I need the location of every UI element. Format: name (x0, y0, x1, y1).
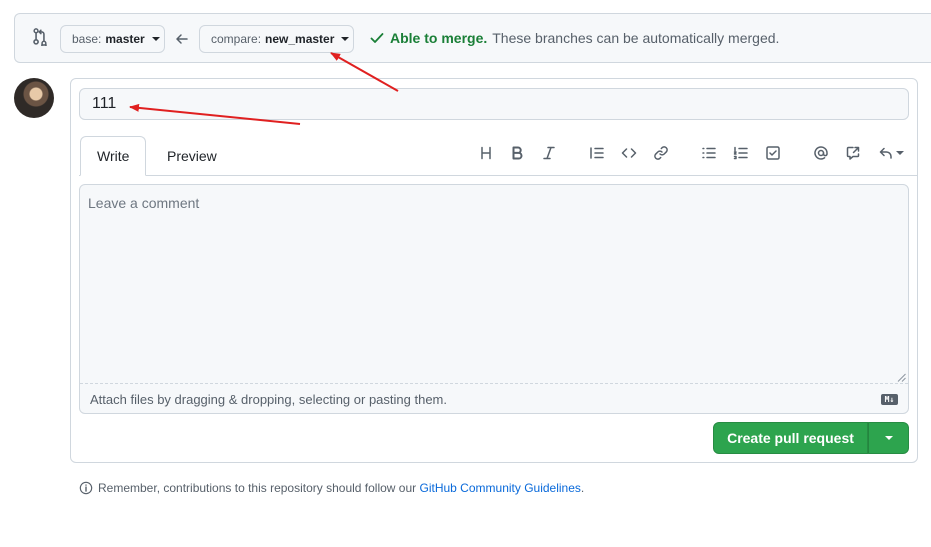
avatar[interactable] (14, 78, 54, 118)
resize-handle-icon[interactable] (897, 373, 906, 382)
bold-icon[interactable] (507, 143, 527, 163)
note-suffix: . (580, 481, 585, 495)
check-icon (370, 33, 384, 43)
note-text: Remember, contributions to this reposito… (98, 481, 420, 495)
numbered-list-icon[interactable] (731, 143, 751, 163)
cross-reference-icon[interactable] (843, 143, 863, 163)
info-icon (79, 481, 93, 495)
community-guidelines-note: Remember, contributions to this reposito… (79, 481, 584, 495)
mention-icon[interactable] (811, 143, 831, 163)
create-pr-dropdown-button[interactable] (868, 422, 909, 454)
markdown-toolbar (71, 143, 917, 163)
compare-label: compare: (211, 32, 262, 46)
quote-icon[interactable] (587, 143, 607, 163)
attach-files-text: Attach files by dragging & dropping, sel… (90, 392, 447, 407)
compare-branch-select[interactable]: compare: new_master (199, 25, 354, 53)
pull-request-form: Write Preview (70, 78, 918, 463)
arrow-left-icon (176, 34, 188, 44)
base-label: base: (72, 32, 102, 46)
markdown-icon[interactable]: M↓ (881, 394, 898, 405)
compare-branch-name: new_master (265, 32, 335, 46)
title-input[interactable] (79, 88, 909, 120)
community-guidelines-link[interactable]: GitHub Community Guidelines (420, 481, 581, 495)
italic-icon[interactable] (539, 143, 559, 163)
link-icon[interactable] (651, 143, 671, 163)
merge-status: Able to merge. These branches can be aut… (369, 30, 779, 46)
attach-files-bar[interactable]: Attach files by dragging & dropping, sel… (80, 383, 908, 413)
heading-icon[interactable] (476, 143, 496, 163)
git-compare-icon (33, 28, 47, 46)
base-branch-name: master (105, 32, 145, 46)
tab-write[interactable]: Write (80, 136, 146, 176)
saved-replies-icon[interactable] (875, 143, 907, 163)
caret-down-icon (884, 436, 893, 440)
create-pull-request-button[interactable]: Create pull request (713, 422, 868, 454)
caret-down-icon (896, 151, 904, 155)
merge-description: These branches can be automatically merg… (492, 30, 780, 46)
create-pr-button-group: Create pull request (713, 422, 909, 454)
base-branch-select[interactable]: base: master (60, 25, 165, 53)
code-icon[interactable] (619, 143, 639, 163)
task-list-icon[interactable] (763, 143, 783, 163)
merge-ok-text: Able to merge. (390, 30, 488, 46)
tabs-divider (79, 175, 917, 176)
compare-bar: base: master compare: new_master Able to… (14, 13, 931, 63)
caret-down-icon (151, 37, 160, 41)
caret-down-icon (341, 37, 350, 41)
bulleted-list-icon[interactable] (699, 143, 719, 163)
comment-editor: Attach files by dragging & dropping, sel… (79, 184, 909, 414)
comment-textarea[interactable] (80, 185, 908, 383)
